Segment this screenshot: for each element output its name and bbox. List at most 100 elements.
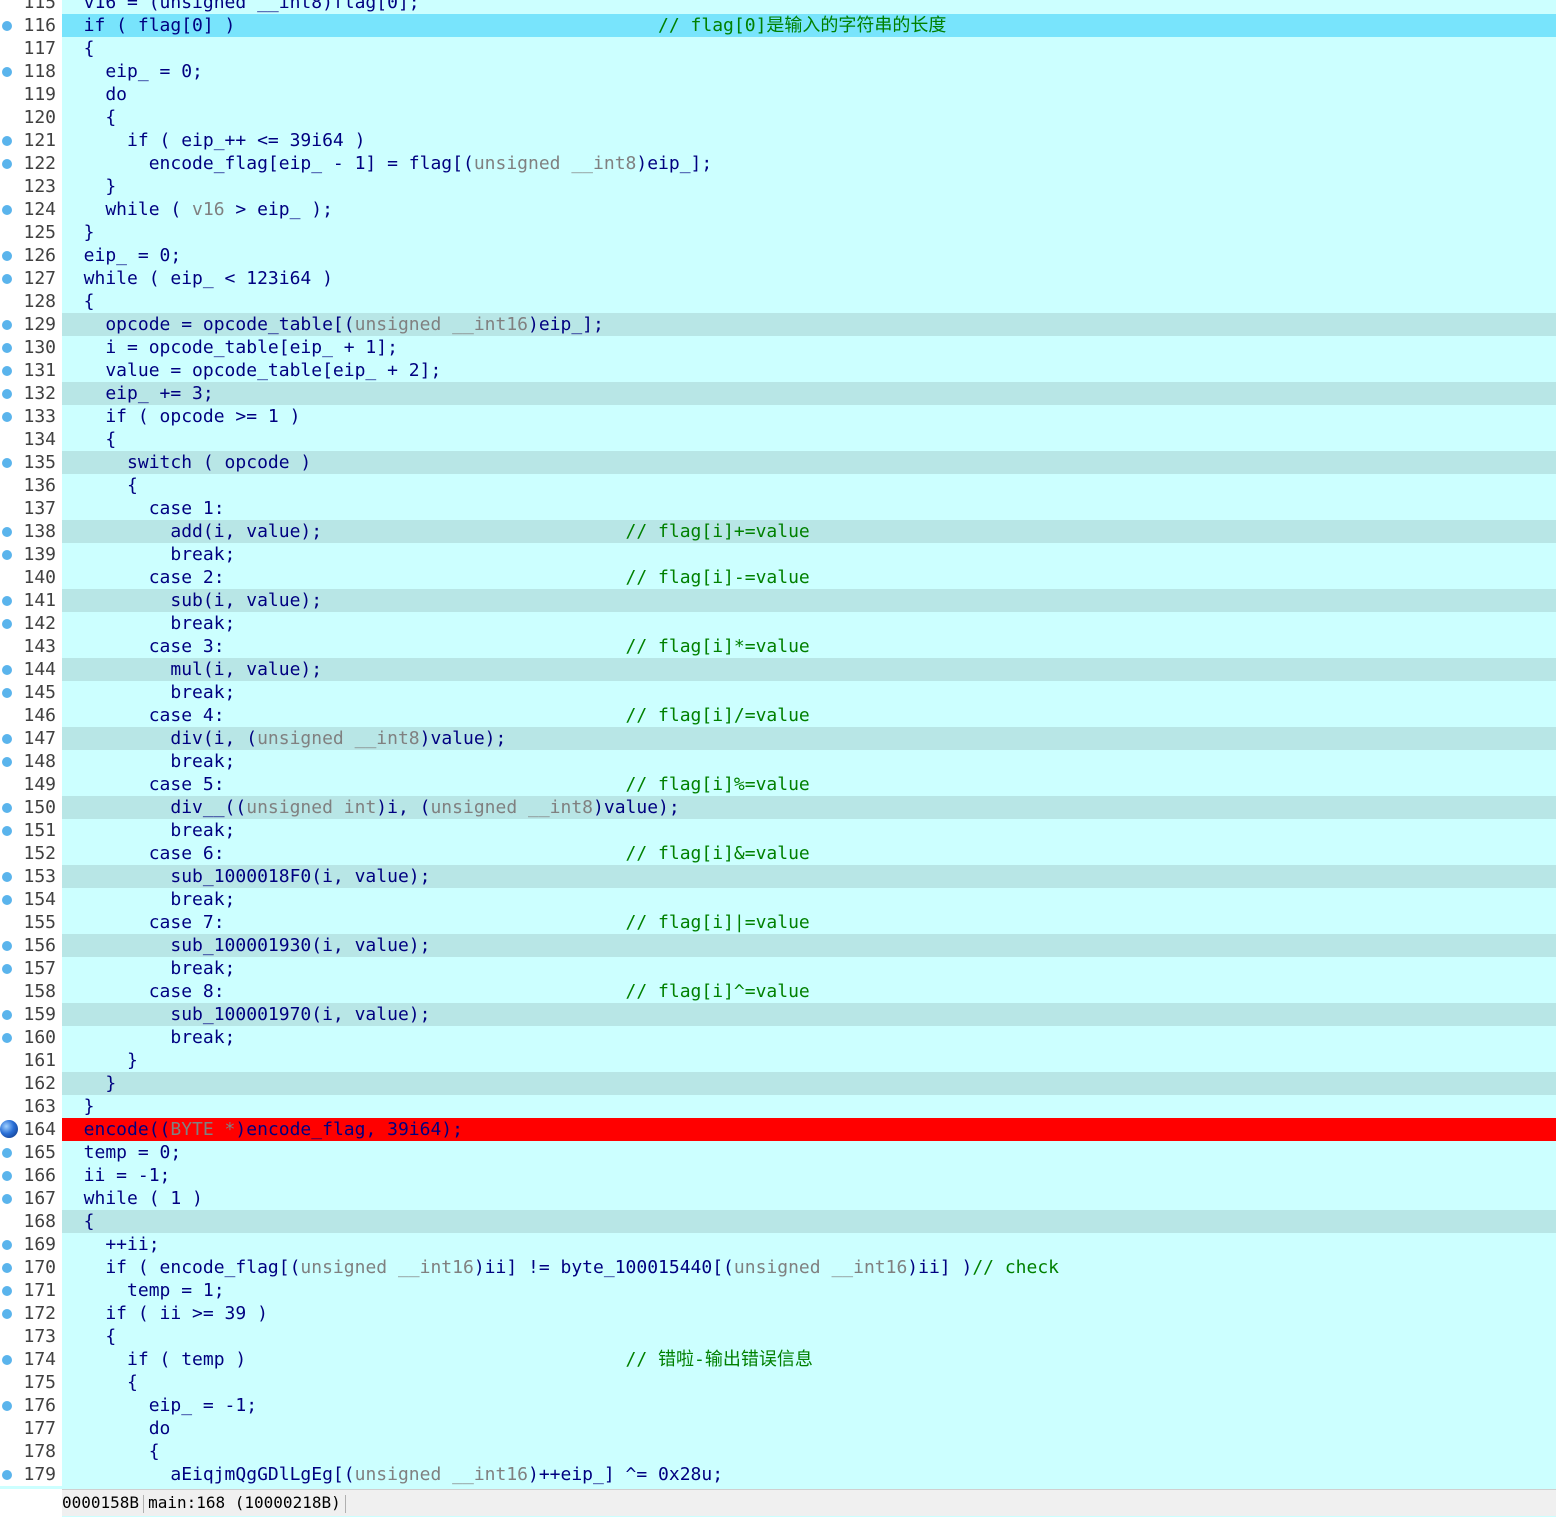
code-text[interactable]: if ( temp ) // 错啦-输出错误信息 <box>62 1348 1556 1371</box>
line-gutter[interactable]: 118 <box>0 60 62 83</box>
breakpoint-marker-icon[interactable] <box>2 734 12 744</box>
code-text[interactable]: while ( v16 > eip_ ); <box>62 198 1556 221</box>
line-gutter[interactable]: 124 <box>0 198 62 221</box>
line-gutter[interactable]: 132 <box>0 382 62 405</box>
code-text[interactable]: aEiqjmQgGDlLgEg[(unsigned __int16)++eip_… <box>62 1463 1556 1486</box>
code-text[interactable]: { <box>62 428 1556 451</box>
code-line[interactable]: 177 do <box>0 1417 1556 1440</box>
code-line[interactable]: 138 add(i, value); // flag[i]+=value <box>0 520 1556 543</box>
breakpoint-marker-icon[interactable] <box>2 619 12 629</box>
code-text[interactable]: eip_ = -1; <box>62 1394 1556 1417</box>
code-line[interactable]: 122 encode_flag[eip_ - 1] = flag[(unsign… <box>0 152 1556 175</box>
code-text[interactable]: { <box>62 290 1556 313</box>
code-text[interactable]: i = opcode_table[eip_ + 1]; <box>62 336 1556 359</box>
code-line[interactable]: 175 { <box>0 1371 1556 1394</box>
code-text[interactable]: add(i, value); // flag[i]+=value <box>62 520 1556 543</box>
code-line[interactable]: 143 case 3: // flag[i]*=value <box>0 635 1556 658</box>
code-text[interactable]: case 1: <box>62 497 1556 520</box>
breakpoint-marker-icon[interactable] <box>2 251 12 261</box>
line-gutter[interactable]: 162 <box>0 1072 62 1095</box>
code-text[interactable]: div(i, (unsigned __int8)value); <box>62 727 1556 750</box>
breakpoint-marker-icon[interactable] <box>2 1286 12 1296</box>
code-text[interactable]: ii = -1; <box>62 1164 1556 1187</box>
code-line[interactable]: 178 { <box>0 1440 1556 1463</box>
line-gutter[interactable]: 122 <box>0 152 62 175</box>
code-text[interactable]: sub(i, value); <box>62 589 1556 612</box>
code-text[interactable]: { <box>62 106 1556 129</box>
code-line[interactable]: 157 break; <box>0 957 1556 980</box>
code-line[interactable]: 161 } <box>0 1049 1556 1072</box>
line-gutter[interactable]: 142 <box>0 612 62 635</box>
code-line[interactable]: 132 eip_ += 3; <box>0 382 1556 405</box>
code-text[interactable]: break; <box>62 681 1556 704</box>
code-line[interactable]: 148 break; <box>0 750 1556 773</box>
line-gutter[interactable]: 137 <box>0 497 62 520</box>
line-gutter[interactable]: 126 <box>0 244 62 267</box>
line-gutter[interactable]: 177 <box>0 1417 62 1440</box>
line-gutter[interactable]: 129 <box>0 313 62 336</box>
code-text[interactable]: break; <box>62 612 1556 635</box>
line-gutter[interactable]: 163 <box>0 1095 62 1118</box>
code-line[interactable]: 120 { <box>0 106 1556 129</box>
breakpoint-marker-icon[interactable] <box>2 21 12 31</box>
breakpoint-marker-icon[interactable] <box>2 458 12 468</box>
line-gutter[interactable]: 115 <box>0 0 62 14</box>
breakpoint-marker-icon[interactable] <box>2 757 12 767</box>
breakpoint-marker-icon[interactable] <box>2 1033 12 1043</box>
line-gutter[interactable]: 178 <box>0 1440 62 1463</box>
code-line[interactable]: 124 while ( v16 > eip_ ); <box>0 198 1556 221</box>
code-text[interactable]: { <box>62 1440 1556 1463</box>
code-text[interactable]: opcode = opcode_table[(unsigned __int16)… <box>62 313 1556 336</box>
code-text[interactable]: case 4: // flag[i]/=value <box>62 704 1556 727</box>
line-gutter[interactable]: 138 <box>0 520 62 543</box>
line-gutter[interactable]: 157 <box>0 957 62 980</box>
code-line[interactable]: 154 break; <box>0 888 1556 911</box>
line-gutter[interactable]: 160 <box>0 1026 62 1049</box>
breakpoint-marker-icon[interactable] <box>2 1355 12 1365</box>
code-line[interactable]: 140 case 2: // flag[i]-=value <box>0 566 1556 589</box>
code-text[interactable]: case 5: // flag[i]%=value <box>62 773 1556 796</box>
code-line[interactable]: 141 sub(i, value); <box>0 589 1556 612</box>
code-line[interactable]: 121 if ( eip_++ <= 39i64 ) <box>0 129 1556 152</box>
code-text[interactable]: if ( eip_++ <= 39i64 ) <box>62 129 1556 152</box>
code-text[interactable]: temp = 0; <box>62 1141 1556 1164</box>
line-gutter[interactable]: 161 <box>0 1049 62 1072</box>
code-text[interactable]: case 7: // flag[i]|=value <box>62 911 1556 934</box>
code-text[interactable]: break; <box>62 819 1556 842</box>
breakpoint-marker-icon[interactable] <box>2 688 12 698</box>
code-line[interactable]: 117 { <box>0 37 1556 60</box>
code-line[interactable]: 139 break; <box>0 543 1556 566</box>
line-gutter[interactable]: 147 <box>0 727 62 750</box>
code-text[interactable]: switch ( opcode ) <box>62 451 1556 474</box>
code-line[interactable]: 142 break; <box>0 612 1556 635</box>
line-gutter[interactable]: 135 <box>0 451 62 474</box>
line-gutter[interactable]: 168 <box>0 1210 62 1233</box>
code-text[interactable]: sub_1000018F0(i, value); <box>62 865 1556 888</box>
code-line[interactable]: 136 { <box>0 474 1556 497</box>
code-text[interactable]: if ( encode_flag[(unsigned __int16)ii] !… <box>62 1256 1556 1279</box>
line-gutter[interactable]: 155 <box>0 911 62 934</box>
code-line[interactable]: 162 } <box>0 1072 1556 1095</box>
code-line[interactable]: 134 { <box>0 428 1556 451</box>
code-line[interactable]: 135 switch ( opcode ) <box>0 451 1556 474</box>
code-text[interactable]: break; <box>62 957 1556 980</box>
breakpoint-marker-icon[interactable] <box>2 1010 12 1020</box>
code-text[interactable]: { <box>62 474 1556 497</box>
code-line[interactable]: 174 if ( temp ) // 错啦-输出错误信息 <box>0 1348 1556 1371</box>
line-gutter[interactable]: 134 <box>0 428 62 451</box>
line-gutter[interactable]: 139 <box>0 543 62 566</box>
breakpoint-marker-icon[interactable] <box>2 803 12 813</box>
code-line[interactable]: 153 sub_1000018F0(i, value); <box>0 865 1556 888</box>
code-text[interactable]: break; <box>62 1026 1556 1049</box>
code-line[interactable]: 137 case 1: <box>0 497 1556 520</box>
breakpoint-marker-icon[interactable] <box>2 941 12 951</box>
code-line[interactable]: 145 break; <box>0 681 1556 704</box>
code-text[interactable]: mul(i, value); <box>62 658 1556 681</box>
breakpoint-marker-icon[interactable] <box>2 205 12 215</box>
line-gutter[interactable]: 141 <box>0 589 62 612</box>
breakpoint-marker-icon[interactable] <box>2 550 12 560</box>
code-text[interactable]: sub_100001970(i, value); <box>62 1003 1556 1026</box>
code-line[interactable]: 144 mul(i, value); <box>0 658 1556 681</box>
code-text[interactable]: v16 = (unsigned __int8)flag[0]; <box>62 0 1556 14</box>
line-gutter[interactable]: 148 <box>0 750 62 773</box>
